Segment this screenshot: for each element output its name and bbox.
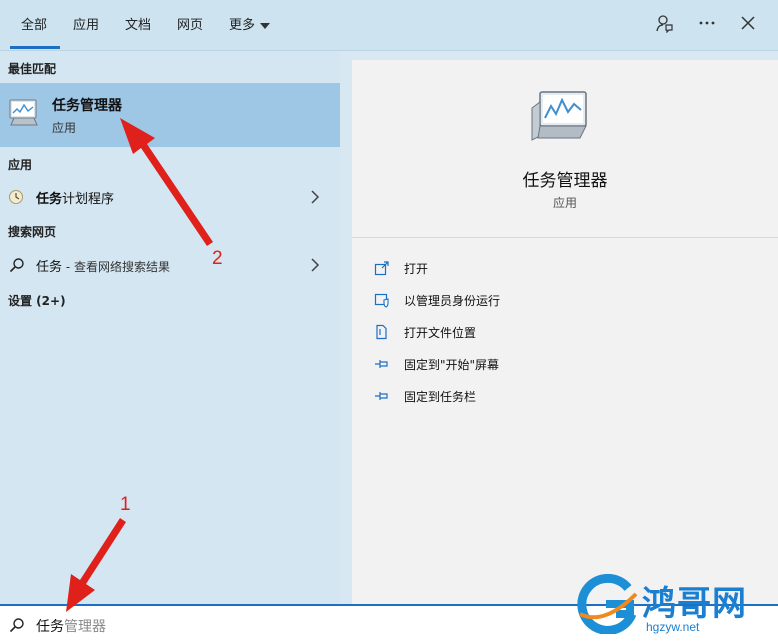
tab-more[interactable]: 更多 <box>229 14 271 33</box>
chevron-right-icon[interactable] <box>310 258 320 272</box>
watermark-brand: 鸿哥网 <box>642 584 747 624</box>
action-label: 固定到任务栏 <box>404 390 477 404</box>
search-suggestion-text: 管理器 <box>64 619 106 635</box>
best-match-task-manager[interactable]: 任务管理器 应用 <box>0 83 340 147</box>
action-label: 以管理员身份运行 <box>404 294 501 308</box>
action-label: 打开文件位置 <box>404 326 477 340</box>
result-label-rest: 计划程序 <box>62 192 115 207</box>
tab-web[interactable]: 网页 <box>177 14 203 33</box>
preview-title: 任务管理器 <box>522 171 608 191</box>
chevron-right-icon[interactable] <box>310 190 320 204</box>
result-match-text: 任务 <box>36 260 63 275</box>
brand-logo-icon <box>577 574 638 634</box>
chevron-down-icon <box>260 22 271 29</box>
admin-shield-icon <box>374 293 389 308</box>
search-typed-text: 任务 <box>36 619 64 635</box>
pin-icon <box>375 360 388 368</box>
results-pane: 最佳匹配 任务管理器 应用 应用 任务计划程序 搜索网页 任务 - 查看网络搜索… <box>0 51 340 604</box>
open-icon <box>374 261 389 276</box>
feedback-icon[interactable] <box>654 13 674 33</box>
result-task-scheduler[interactable]: 任务计划程序 <box>0 182 340 212</box>
search-input[interactable]: 任务管理器 <box>36 616 106 636</box>
action-label: 打开 <box>404 262 429 276</box>
search-icon <box>9 618 24 633</box>
watermark-logo: 鸿哥网 hgzyw.net <box>576 572 776 638</box>
best-match-title: 任务管理器 <box>52 98 122 114</box>
settings-heading[interactable]: 设置 (2+) <box>8 292 66 309</box>
result-label-rest: - 查看网络搜索结果 <box>62 260 170 274</box>
preview-pane: 任务管理器 应用 打开 以管理员身份运行 打开文件位置 固定到"开始"屏幕 固定… <box>352 60 778 604</box>
apps-heading: 应用 <box>8 158 33 172</box>
annotation-number-2: 2 <box>212 248 223 269</box>
task-manager-icon <box>9 99 38 126</box>
tab-documents[interactable]: 文档 <box>125 14 151 33</box>
annotation-number-1: 1 <box>120 494 131 515</box>
tab-all[interactable]: 全部 <box>21 14 47 33</box>
preview-subtitle: 应用 <box>552 196 577 210</box>
best-match-subtitle: 应用 <box>52 121 77 135</box>
watermark-domain: hgzyw.net <box>646 620 700 634</box>
active-tab-indicator <box>10 46 60 49</box>
tab-more-label: 更多 <box>229 18 256 33</box>
search-icon <box>9 258 24 273</box>
pin-icon <box>375 392 388 400</box>
search-tabs-bar: 全部 应用 文档 网页 更多 <box>0 0 778 51</box>
divider <box>352 237 778 238</box>
file-location-icon <box>376 324 387 340</box>
more-icon[interactable] <box>697 13 717 33</box>
scheduler-icon <box>9 190 23 204</box>
web-search-heading: 搜索网页 <box>8 225 57 239</box>
best-match-heading: 最佳匹配 <box>8 62 57 76</box>
action-label: 固定到"开始"屏幕 <box>404 358 500 372</box>
close-icon[interactable] <box>738 13 758 33</box>
result-match-bold: 任务 <box>36 192 63 207</box>
task-manager-icon <box>531 91 587 141</box>
result-web-search[interactable]: 任务 - 查看网络搜索结果 <box>0 250 340 280</box>
tab-apps[interactable]: 应用 <box>73 14 99 33</box>
